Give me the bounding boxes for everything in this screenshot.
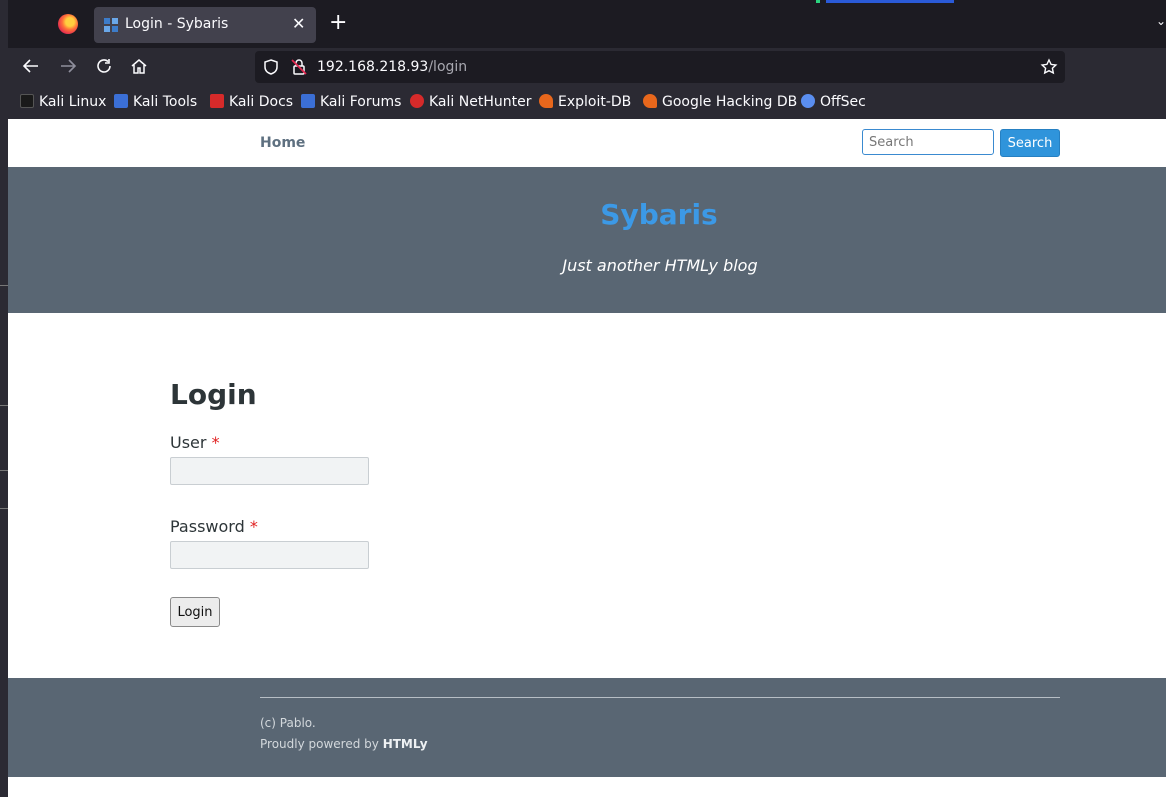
bookmark-label: Kali NetHunter <box>429 94 532 110</box>
bookmark-offsec[interactable]: OffSec <box>801 94 866 110</box>
search-input[interactable] <box>862 129 994 155</box>
tab-title: Login - Sybaris <box>125 16 229 32</box>
kali-forums-icon <box>301 94 315 108</box>
bookmark-kali-forums[interactable]: Kali Forums <box>301 94 401 110</box>
powered-prefix: Proudly powered by <box>260 737 379 751</box>
footer-copyright: (c) Pablo. <box>260 716 316 730</box>
user-label: User * <box>170 433 220 452</box>
search-button[interactable]: Search <box>1000 129 1060 157</box>
forward-icon[interactable] <box>59 57 77 80</box>
site-header <box>8 167 1166 313</box>
required-marker: * <box>211 433 220 452</box>
plus-icon[interactable]: + <box>329 12 347 34</box>
kali-dragon-icon <box>20 94 34 108</box>
bookmark-label: OffSec <box>820 94 866 110</box>
footer-powered: Proudly powered by HTMLy <box>260 737 428 751</box>
bookmark-label: Exploit-DB <box>558 94 632 110</box>
exploit-db-icon <box>539 94 553 108</box>
bookmark-label: Kali Tools <box>133 94 198 110</box>
desktop-edge <box>0 0 8 797</box>
footer-divider <box>260 697 1060 698</box>
bookmark-kali-docs[interactable]: Kali Docs <box>210 94 293 110</box>
required-marker: * <box>249 517 258 536</box>
insecure-lock-icon[interactable] <box>290 58 308 80</box>
page-bottom <box>8 777 1166 797</box>
bookmark-kali-linux[interactable]: Kali Linux <box>20 94 106 110</box>
url-path: /login <box>428 59 468 75</box>
site-favicon-icon <box>104 18 118 32</box>
site-tagline: Just another HTMLy blog <box>562 256 758 275</box>
kali-tools-icon <box>114 94 128 108</box>
shield-icon[interactable] <box>262 58 280 80</box>
chevron-down-icon[interactable]: ⌄ <box>1156 14 1166 28</box>
window-indicator <box>826 0 954 3</box>
bookmark-exploit-db[interactable]: Exploit-DB <box>539 94 631 110</box>
bookmark-kali-tools[interactable]: Kali Tools <box>114 94 197 110</box>
password-field[interactable] <box>170 541 369 569</box>
desktop-mark <box>0 470 8 471</box>
kali-docs-icon <box>210 94 224 108</box>
user-label-text: User <box>170 433 207 452</box>
ghdb-icon <box>643 94 657 108</box>
window-indicator <box>816 0 820 3</box>
bookmark-label: Google Hacking DB <box>662 94 798 110</box>
login-button[interactable]: Login <box>170 597 220 627</box>
desktop-mark <box>0 405 8 406</box>
bookmark-google-hacking-db[interactable]: Google Hacking DB <box>643 94 797 110</box>
nethunter-icon <box>410 94 424 108</box>
url-text[interactable]: 192.168.218.93/login <box>317 59 467 75</box>
desktop-mark <box>0 285 8 286</box>
close-icon[interactable]: ✕ <box>292 14 305 33</box>
htmly-link[interactable]: HTMLy <box>383 737 428 751</box>
star-icon[interactable] <box>1040 58 1058 80</box>
bookmark-label: Kali Linux <box>39 94 107 110</box>
password-label-text: Password <box>170 517 245 536</box>
password-label: Password * <box>170 517 258 536</box>
url-host: 192.168.218.93 <box>317 59 429 75</box>
site-footer <box>8 678 1166 777</box>
firefox-icon[interactable] <box>58 14 78 34</box>
user-field[interactable] <box>170 457 369 485</box>
nav-home-link[interactable]: Home <box>260 135 305 151</box>
offsec-icon <box>801 94 815 108</box>
bookmark-label: Kali Forums <box>320 94 402 110</box>
site-title[interactable]: Sybaris <box>7 198 1166 231</box>
back-icon[interactable] <box>22 57 40 80</box>
bookmark-kali-nethunter[interactable]: Kali NetHunter <box>410 94 531 110</box>
desktop-mark <box>0 508 8 509</box>
home-icon[interactable] <box>130 57 148 80</box>
bookmark-label: Kali Docs <box>229 94 294 110</box>
page-title: Login <box>170 378 257 411</box>
reload-icon[interactable] <box>95 57 113 80</box>
